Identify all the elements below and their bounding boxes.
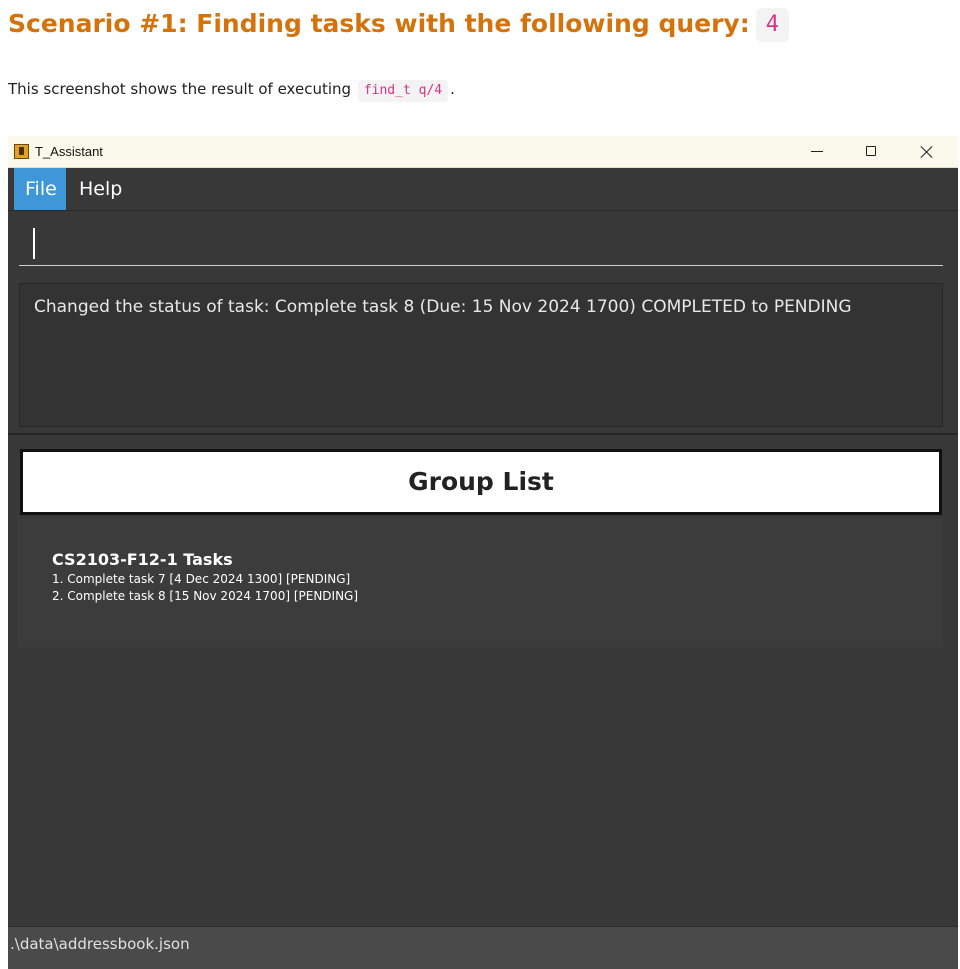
description-text: This screenshot shows the result of exec… bbox=[8, 80, 352, 98]
close-icon bbox=[920, 145, 934, 159]
command-input[interactable] bbox=[19, 220, 943, 266]
menu-help[interactable]: Help bbox=[68, 168, 133, 210]
task-item: 2. Complete task 8 [15 Nov 2024 1700] [P… bbox=[52, 589, 359, 603]
result-display: Changed the status of task: Complete tas… bbox=[19, 283, 943, 427]
close-button[interactable] bbox=[904, 136, 950, 168]
menu-file[interactable]: File bbox=[14, 168, 66, 210]
status-bar: .\data\addressbook.json bbox=[8, 926, 958, 969]
query-code: 4 bbox=[755, 8, 789, 42]
app-window: T_Assistant File Help Changed the status… bbox=[8, 136, 958, 969]
command-box bbox=[8, 212, 958, 278]
minimize-button[interactable] bbox=[794, 136, 840, 168]
divider bbox=[8, 433, 958, 435]
app-logo-icon bbox=[14, 144, 29, 159]
window-title: T_Assistant bbox=[35, 144, 103, 159]
title-bar[interactable]: T_Assistant bbox=[8, 136, 958, 168]
group-list-title: Group List bbox=[20, 449, 942, 515]
page: Scenario #1: Finding tasks with the foll… bbox=[0, 0, 960, 969]
task-item: 1. Complete task 7 [4 Dec 2024 1300] [PE… bbox=[52, 572, 351, 586]
command-code: find_t q/4 bbox=[357, 80, 449, 102]
group-card[interactable]: CS2103-F12-1 Tasks 1. Complete task 7 [4… bbox=[18, 519, 943, 647]
minimize-icon bbox=[811, 151, 823, 152]
description-end: . bbox=[450, 80, 455, 98]
maximize-icon bbox=[866, 146, 876, 156]
maximize-button[interactable] bbox=[848, 136, 894, 168]
group-name: CS2103-F12-1 Tasks bbox=[52, 550, 233, 569]
scenario-heading: Scenario #1: Finding tasks with the foll… bbox=[8, 4, 789, 44]
description-paragraph: This screenshot shows the result of exec… bbox=[8, 76, 455, 102]
scenario-heading-text: Scenario #1: Finding tasks with the foll… bbox=[8, 9, 750, 38]
menu-bar: File Help bbox=[8, 168, 958, 211]
text-caret bbox=[33, 228, 35, 259]
